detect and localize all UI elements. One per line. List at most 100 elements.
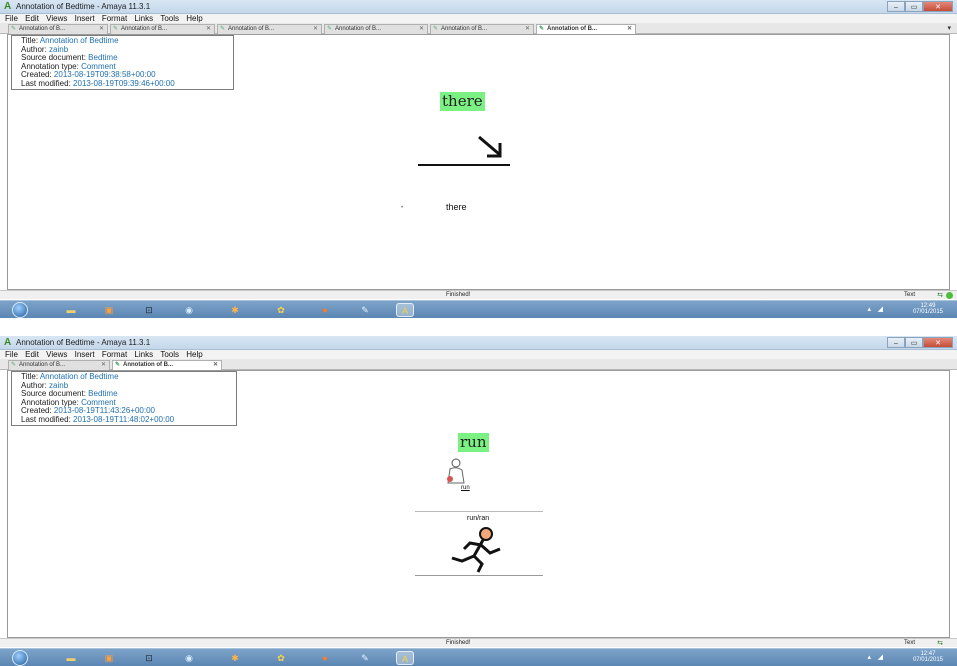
settings-icon[interactable]: ✿	[272, 651, 290, 665]
minimize-button[interactable]: –	[887, 1, 905, 12]
menu-format[interactable]: Format	[102, 350, 127, 359]
tab-close-icon[interactable]: ✕	[313, 25, 318, 34]
tab-annotation[interactable]: ✎ Annotation of B... ✕	[110, 24, 215, 34]
menu-links[interactable]: Links	[134, 350, 153, 359]
window-title: Annotation of Bedtime - Amaya 11.3.1	[16, 2, 151, 11]
tab-close-icon[interactable]: ✕	[206, 25, 211, 34]
menu-file[interactable]: File	[5, 14, 18, 23]
menu-insert[interactable]: Insert	[75, 14, 95, 23]
menu-views[interactable]: Views	[46, 14, 67, 23]
menu-links[interactable]: Links	[134, 14, 153, 23]
title-bar: A Annotation of Bedtime - Amaya 11.3.1 –…	[0, 336, 957, 350]
clock-date: 07/01/2015	[912, 657, 943, 663]
status-text: Finished!	[446, 640, 471, 646]
clock[interactable]: 12:49 07/01/2015	[913, 303, 943, 315]
tab-annotation[interactable]: ✎ Annotation of B... ✕	[324, 24, 428, 34]
volume-icon[interactable]: ◢	[878, 653, 883, 661]
info-modified-row: Last modified: 2013-08-19T11:48:02+00:00	[21, 414, 236, 425]
menu-file[interactable]: File	[5, 350, 18, 359]
document-icon: ✎	[539, 26, 545, 32]
clock[interactable]: 12:47 07/01/2015	[913, 651, 943, 663]
menu-tools[interactable]: Tools	[160, 14, 179, 23]
running-figure-symbol	[451, 527, 501, 573]
maximize-button[interactable]: ▭	[905, 337, 923, 348]
status-bar: Finished! Text ⇆	[0, 290, 957, 299]
tab-label: Annotation of B...	[441, 26, 488, 32]
there-direction-symbol	[418, 135, 510, 166]
settings-icon[interactable]: ✿	[272, 303, 290, 317]
highlighted-word: run	[458, 433, 489, 452]
tab-list-dropdown-icon[interactable]: ▾	[947, 24, 951, 32]
annotation-info-box: Title: Annotation of Bedtime Author: zai…	[11, 371, 237, 426]
status-ok-icon	[946, 292, 953, 299]
tab-close-icon[interactable]: ✕	[101, 361, 106, 370]
annotation-info-box: Title: Annotation of Bedtime Author: zai…	[11, 35, 234, 90]
symbol-caption: run/ran	[467, 515, 490, 522]
document-icon: ✎	[220, 26, 226, 32]
volume-icon[interactable]: ◢	[878, 305, 883, 313]
tab-annotation[interactable]: ✎ Annotation of B... ✕	[217, 24, 322, 34]
tab-close-icon[interactable]: ✕	[419, 25, 424, 34]
windows-explorer-icon[interactable]: ▬	[62, 651, 80, 665]
menu-help[interactable]: Help	[186, 14, 202, 23]
amaya-icon[interactable]: A	[396, 651, 414, 665]
minimize-button[interactable]: –	[887, 337, 905, 348]
close-button[interactable]: ✕	[923, 1, 953, 12]
amaya-icon[interactable]: A	[396, 303, 414, 317]
screenshot-bottom: A Annotation of Bedtime - Amaya 11.3.1 –…	[0, 336, 957, 666]
media-player-icon[interactable]: ▣	[100, 651, 118, 665]
start-button[interactable]	[12, 650, 28, 666]
document-icon: ✎	[11, 362, 17, 368]
tab-label: Annotation of B...	[228, 26, 275, 32]
tab-close-icon[interactable]: ✕	[627, 25, 632, 34]
firefox-icon[interactable]: ●	[316, 651, 334, 665]
symbol-caption: there	[446, 202, 467, 212]
windows-taskbar: ▬ ▣ ⊡ ◉ ✱ ✿ ● ✎ A ▴ ◢ 12:49 07/01/2015	[0, 300, 957, 318]
tab-annotation[interactable]: ✎ Annotation of B... ✕	[8, 24, 108, 34]
tray-arrow-icon[interactable]: ▴	[867, 305, 871, 313]
symbol-divider	[415, 511, 543, 512]
clock-date: 07/01/2015	[912, 309, 943, 315]
menu-tools[interactable]: Tools	[160, 350, 179, 359]
menu-insert[interactable]: Insert	[75, 350, 95, 359]
menu-help[interactable]: Help	[186, 350, 202, 359]
tab-annotation[interactable]: ✎ Annotation of B... ✕	[8, 360, 110, 370]
windows-explorer-icon[interactable]: ▬	[62, 303, 80, 317]
small-symbol-caption[interactable]: run	[461, 485, 470, 491]
connection-icon: ⇆	[937, 292, 943, 299]
menu-edit[interactable]: Edit	[25, 14, 39, 23]
paint-icon[interactable]: ✱	[226, 651, 244, 665]
tab-close-icon[interactable]: ✕	[213, 361, 218, 370]
paint-brush-icon[interactable]: ✎	[356, 651, 374, 665]
tab-annotation-active[interactable]: ✎ Annotation of B... ✕	[112, 360, 222, 370]
start-button[interactable]	[12, 302, 28, 318]
tab-annotation-active[interactable]: ✎ Annotation of B... ✕	[536, 24, 636, 34]
info-label: Last modified:	[21, 414, 71, 424]
title-bar: A Annotation of Bedtime - Amaya 11.3.1 –…	[0, 0, 957, 14]
paint-icon[interactable]: ✱	[226, 303, 244, 317]
tray-arrow-icon[interactable]: ▴	[867, 653, 871, 661]
magnifier-icon[interactable]: ⊡	[140, 651, 158, 665]
menu-format[interactable]: Format	[102, 14, 127, 23]
close-button[interactable]: ✕	[923, 337, 953, 348]
document-icon: ✎	[11, 26, 17, 32]
network-icon[interactable]: ◉	[180, 651, 198, 665]
paint-brush-icon[interactable]: ✎	[356, 303, 374, 317]
tab-bar: ✎ Annotation of B... ✕ ✎ Annotation of B...…	[0, 23, 957, 34]
magnifier-icon[interactable]: ⊡	[140, 303, 158, 317]
tab-close-icon[interactable]: ✕	[99, 25, 104, 34]
network-icon[interactable]: ◉	[180, 303, 198, 317]
maximize-button[interactable]: ▭	[905, 1, 923, 12]
firefox-icon[interactable]: ●	[316, 303, 334, 317]
document-icon: ✎	[327, 26, 333, 32]
info-modified-link[interactable]: 2013-08-19T11:48:02+00:00	[73, 415, 174, 424]
media-player-icon[interactable]: ▣	[100, 303, 118, 317]
connection-icon: ⇆	[937, 640, 943, 647]
menu-views[interactable]: Views	[46, 350, 67, 359]
menu-edit[interactable]: Edit	[25, 350, 39, 359]
tab-annotation[interactable]: ✎ Annotation of B... ✕	[430, 24, 534, 34]
tab-close-icon[interactable]: ✕	[525, 25, 530, 34]
document-view: Title: Annotation of Bedtime Author: zai…	[7, 34, 950, 290]
info-modified-link[interactable]: 2013-08-19T09:39:46+00:00	[73, 79, 175, 88]
window-controls: – ▭ ✕	[887, 337, 953, 349]
